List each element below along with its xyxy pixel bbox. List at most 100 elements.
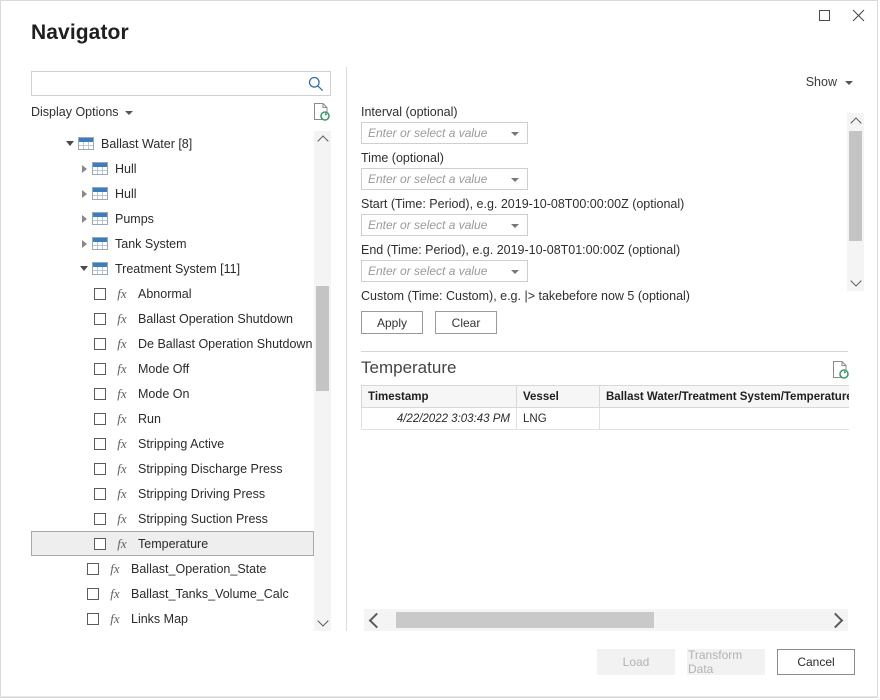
tree-item[interactable]: fx Ballast_Tanks_Volume_Calc xyxy=(31,581,314,606)
item-checkbox[interactable] xyxy=(94,438,106,450)
table-column-header[interactable]: Timestamp xyxy=(362,386,517,408)
tree-item[interactable]: fx De Ballast Operation Shutdown xyxy=(31,331,314,356)
display-options-dropdown[interactable]: Display Options xyxy=(31,105,133,119)
parameter-combobox[interactable]: Enter or select a value xyxy=(361,168,528,190)
expand-toggle[interactable] xyxy=(76,266,92,271)
chevron-up-icon xyxy=(850,117,861,128)
tree-item-selected[interactable]: fxTemperature xyxy=(31,531,314,556)
table-cell: 0.24740395 xyxy=(600,408,850,430)
function-icon: fx xyxy=(108,586,122,602)
item-checkbox[interactable] xyxy=(94,463,106,475)
cancel-button[interactable]: Cancel xyxy=(777,649,855,675)
expand-toggle[interactable] xyxy=(76,190,92,198)
tree-item-label: Stripping Discharge Press xyxy=(138,462,283,476)
item-checkbox[interactable] xyxy=(94,363,106,375)
close-button[interactable] xyxy=(841,1,875,29)
function-icon: fx xyxy=(115,461,129,477)
tree-item-label: Pumps xyxy=(115,212,154,226)
tree-item[interactable]: fxBallast Operation Shutdown xyxy=(31,306,314,331)
tree-item[interactable]: fxMode Off xyxy=(31,356,314,381)
tree-scrollbar-thumb[interactable] xyxy=(316,286,329,391)
scroll-down-button[interactable] xyxy=(847,274,864,291)
expand-toggle[interactable] xyxy=(76,240,92,248)
object-tree[interactable]: Ballast Water [8]HullHullPumpsTank Syste… xyxy=(31,131,331,631)
item-checkbox[interactable] xyxy=(94,413,106,425)
item-checkbox[interactable] xyxy=(94,488,106,500)
tree-item-label: Ballast_Tanks_Volume_Calc xyxy=(131,587,289,601)
chevron-down-icon[interactable] xyxy=(511,224,519,228)
table-icon xyxy=(92,162,108,175)
tree-item[interactable]: fxStripping Suction Press xyxy=(31,506,314,531)
tree-item[interactable]: fxStripping Driving Press xyxy=(31,481,314,506)
tree-item[interactable]: fxMode On xyxy=(31,381,314,406)
chevron-down-icon xyxy=(317,615,328,626)
tree-item-label: De Ballast Operation Shutdown xyxy=(138,337,312,351)
scroll-up-button[interactable] xyxy=(314,131,331,148)
show-dropdown[interactable]: Show xyxy=(806,75,853,89)
scroll-right-button[interactable] xyxy=(826,609,848,631)
load-button[interactable]: Load xyxy=(597,649,675,675)
preview-table-viewport[interactable]: TimestampVesselBallast Water/Treatment S… xyxy=(361,385,849,431)
item-checkbox[interactable] xyxy=(87,563,99,575)
parameter-label: Time (optional) xyxy=(361,151,831,165)
tree-item[interactable]: Ballast Water [8] xyxy=(31,131,314,156)
parameter-combobox[interactable]: Enter or select a value xyxy=(361,214,528,236)
function-icon: fx xyxy=(115,486,129,502)
table-row[interactable]: 4/22/2022 3:03:43 PMLNG0.24740395 xyxy=(362,408,850,430)
search-icon[interactable] xyxy=(307,75,325,93)
apply-button[interactable]: Apply xyxy=(361,311,423,334)
item-checkbox[interactable] xyxy=(94,313,106,325)
clear-button[interactable]: Clear xyxy=(435,311,497,334)
parameters-scrollbar-thumb[interactable] xyxy=(849,131,862,241)
parameter-combobox[interactable]: Enter or select a value xyxy=(361,122,528,144)
parameter-combobox[interactable]: Enter or select a value xyxy=(361,260,528,282)
tree-vertical-scrollbar[interactable] xyxy=(314,131,331,631)
tree-item[interactable]: Treatment System [11] xyxy=(31,256,314,281)
chevron-left-icon xyxy=(369,612,385,628)
preview-horizontal-scrollbar[interactable] xyxy=(364,609,848,631)
display-options-label: Display Options xyxy=(31,105,119,119)
refresh-document-icon[interactable] xyxy=(313,102,330,121)
item-checkbox[interactable] xyxy=(94,338,106,350)
item-checkbox[interactable] xyxy=(94,288,106,300)
item-checkbox[interactable] xyxy=(94,538,106,550)
item-checkbox[interactable] xyxy=(94,388,106,400)
combobox-placeholder: Enter or select a value xyxy=(368,218,487,232)
tree-item[interactable]: Pumps xyxy=(31,206,314,231)
tree-item[interactable]: fx Stripping Discharge Press xyxy=(31,456,314,481)
item-checkbox[interactable] xyxy=(87,588,99,600)
scroll-up-button[interactable] xyxy=(847,113,864,130)
tree-item[interactable]: Hull xyxy=(31,156,314,181)
expand-toggle[interactable] xyxy=(76,215,92,223)
function-icon: fx xyxy=(115,336,129,352)
tree-item[interactable]: fxAbnormal xyxy=(31,281,314,306)
tree-item[interactable]: fxRun xyxy=(31,406,314,431)
combobox-placeholder: Enter or select a value xyxy=(368,264,487,278)
scroll-left-button[interactable] xyxy=(364,609,386,631)
chevron-down-icon[interactable] xyxy=(511,270,519,274)
item-checkbox[interactable] xyxy=(87,613,99,625)
item-checkbox[interactable] xyxy=(94,513,106,525)
parameters-vertical-scrollbar[interactable] xyxy=(847,113,864,291)
chevron-down-icon[interactable] xyxy=(511,178,519,182)
tree-item[interactable]: fxStripping Active xyxy=(31,431,314,456)
scroll-down-button[interactable] xyxy=(314,614,331,631)
horizontal-scrollbar-thumb[interactable] xyxy=(396,612,654,628)
tree-item[interactable]: fxLinks Map xyxy=(31,606,314,631)
function-icon: fx xyxy=(115,536,129,552)
tree-item[interactable]: fxBallast_Operation_State xyxy=(31,556,314,581)
page-title: Navigator xyxy=(31,21,129,45)
table-column-header[interactable]: Ballast Water/Treatment System/Temperatu… xyxy=(600,386,850,408)
transform-data-button[interactable]: Transform Data xyxy=(687,649,765,675)
expand-toggle[interactable] xyxy=(76,165,92,173)
tree-item-label: Mode On xyxy=(138,387,189,401)
refresh-document-icon[interactable] xyxy=(832,360,849,379)
tree-item[interactable]: Hull xyxy=(31,181,314,206)
tree-item[interactable]: Tank System xyxy=(31,231,314,256)
expand-toggle[interactable] xyxy=(62,141,78,146)
table-column-header[interactable]: Vessel xyxy=(517,386,600,408)
maximize-button[interactable] xyxy=(807,1,841,29)
chevron-down-icon[interactable] xyxy=(511,132,519,136)
search-input[interactable] xyxy=(32,72,304,95)
search-box[interactable] xyxy=(31,71,331,96)
